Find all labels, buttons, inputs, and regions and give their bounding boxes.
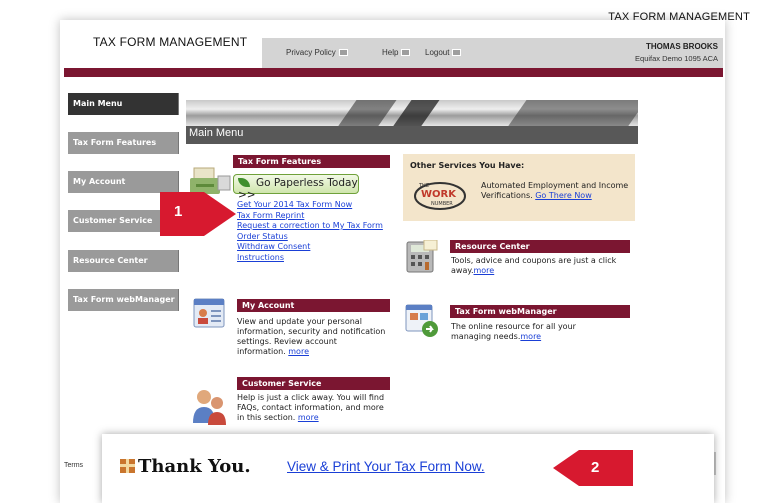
tax-form-reprint-link[interactable]: Tax Form Reprint bbox=[237, 211, 383, 222]
privacy-policy-link[interactable]: Privacy Policy bbox=[286, 48, 348, 57]
customer-service-more-link[interactable]: more bbox=[298, 413, 319, 422]
the-work-number-logo: THE WORK NUMBER bbox=[414, 182, 466, 210]
other-services-description: Automated Employment and Income Verifica… bbox=[481, 181, 629, 200]
leaf-icon bbox=[238, 178, 250, 187]
help-link[interactable]: Help bbox=[382, 48, 411, 57]
arrow-box-icon bbox=[401, 49, 411, 56]
gift-icon bbox=[120, 459, 135, 473]
step-1-callout-arrow bbox=[160, 192, 236, 236]
webmanager-description: The online resource for all your managin… bbox=[451, 322, 576, 341]
customer-service-icon bbox=[193, 390, 226, 425]
sidebar-item-tax-form-features[interactable]: Tax Form Features bbox=[68, 132, 179, 154]
section-title: Main Menu bbox=[186, 126, 638, 144]
brand-bar bbox=[64, 68, 723, 77]
get-tax-form-link[interactable]: Get Your 2014 Tax Form Now bbox=[237, 200, 383, 211]
account-icon bbox=[193, 298, 225, 328]
withdraw-consent-link[interactable]: Withdraw Consent bbox=[237, 242, 383, 253]
sidebar-item-tax-form-webmanager[interactable]: Tax Form webManager bbox=[68, 289, 179, 311]
customer-service-title: Customer Service bbox=[237, 377, 390, 390]
customer-service-description: Help is just a click away. You will find… bbox=[237, 393, 385, 422]
top-navigation-bar: Privacy Policy Help Logout THOMAS BROOKS… bbox=[262, 38, 723, 68]
resource-center-description: Tools, advice and coupons are just a cli… bbox=[451, 256, 617, 275]
step-1-label: 1 bbox=[174, 203, 183, 220]
instructions-link[interactable]: Instructions bbox=[237, 253, 383, 264]
order-status-link[interactable]: Order Status bbox=[237, 232, 383, 243]
other-services-box: Other Services You Have: THE WORK NUMBER… bbox=[403, 154, 635, 221]
arrow-box-icon bbox=[452, 49, 462, 56]
other-services-title: Other Services You Have: bbox=[410, 161, 525, 170]
user-organization: Equifax Demo 1095 ACA bbox=[635, 54, 718, 63]
my-account-title: My Account bbox=[237, 299, 390, 312]
header-banner-image bbox=[186, 100, 638, 126]
go-there-now-link[interactable]: Go There Now bbox=[535, 191, 592, 200]
sidebar-item-main-menu[interactable]: Main Menu bbox=[68, 93, 179, 115]
request-correction-link[interactable]: Request a correction to My Tax Form bbox=[237, 221, 383, 232]
app-title: TAX FORM MANAGEMENT bbox=[93, 35, 248, 49]
arrow-box-icon bbox=[338, 49, 348, 56]
webmanager-more-link[interactable]: more bbox=[520, 332, 541, 341]
resource-center-more-link[interactable]: more bbox=[473, 266, 494, 275]
user-name: THOMAS BROOKS bbox=[646, 42, 718, 51]
tax-form-features-title: Tax Form Features bbox=[233, 155, 390, 168]
thank-you-panel: Thank You. View & Print Your Tax Form No… bbox=[102, 434, 714, 503]
sidebar-item-my-account[interactable]: My Account bbox=[68, 171, 179, 193]
calculator-icon bbox=[406, 240, 438, 273]
tax-form-links: Get Your 2014 Tax Form Now Tax Form Repr… bbox=[237, 200, 383, 263]
webmanager-icon bbox=[405, 304, 438, 337]
go-paperless-button[interactable]: Go Paperless Today >> bbox=[233, 174, 359, 201]
my-account-description: View and update your personal informatio… bbox=[237, 317, 386, 356]
top-title: TAX FORM MANAGEMENT bbox=[608, 11, 750, 23]
webmanager-title: Tax Form webManager bbox=[450, 305, 630, 318]
terms-link[interactable]: Terms bbox=[64, 462, 83, 469]
step-2-label: 2 bbox=[591, 459, 600, 476]
svg-text:NUMBER: NUMBER bbox=[431, 201, 453, 207]
logout-link[interactable]: Logout bbox=[425, 48, 462, 57]
sidebar-item-resource-center[interactable]: Resource Center bbox=[68, 250, 179, 272]
svg-text:WORK: WORK bbox=[421, 189, 457, 200]
view-print-tax-form-link[interactable]: View & Print Your Tax Form Now. bbox=[287, 459, 485, 474]
my-account-more-link[interactable]: more bbox=[288, 347, 309, 356]
resource-center-title: Resource Center bbox=[450, 240, 630, 253]
thank-you-text: Thank You. bbox=[120, 456, 251, 477]
